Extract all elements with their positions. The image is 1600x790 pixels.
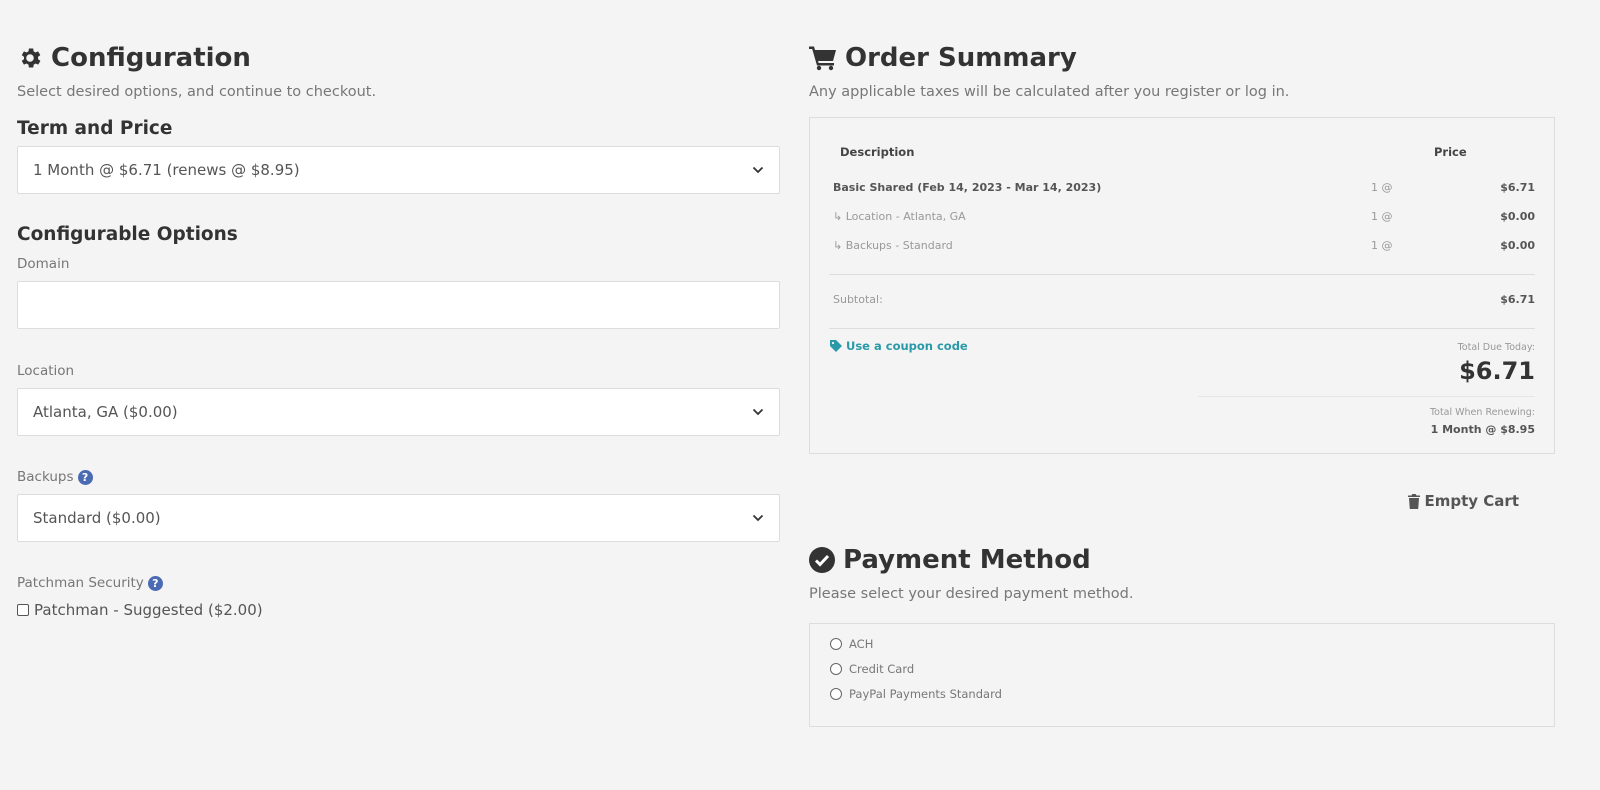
renew-label: Total When Renewing:: [1429, 407, 1535, 418]
divider: [829, 274, 1535, 275]
help-icon[interactable]: ?: [147, 575, 163, 591]
patchman-option-label: Patchman - Suggested ($2.00): [34, 601, 263, 619]
renew-value: 1 Month @ $8.95: [1430, 423, 1535, 436]
use-coupon-text: Use a coupon code: [846, 339, 968, 353]
payment-option-paypal[interactable]: PayPal Payments Standard: [830, 687, 1002, 701]
patchman-label-text: Patchman Security: [17, 575, 144, 591]
divider: [1198, 396, 1535, 397]
description-header: Description: [840, 145, 915, 159]
total-due-value: $6.71: [1459, 357, 1535, 385]
order-summary-title: Order Summary: [809, 38, 1571, 78]
subtotal-row: Subtotal: $6.71: [833, 293, 1535, 309]
tag-icon: [830, 340, 842, 352]
location-label-text: Location: [17, 363, 75, 379]
gear-icon: [21, 48, 41, 68]
backups-value: Standard ($0.00): [33, 509, 161, 527]
term-price-value: 1 Month @ $6.71 (renews @ $8.95): [33, 161, 300, 179]
payment-method-title: Payment Method: [809, 540, 1571, 580]
payment-options-box: ACH Credit Card PayPal Payments Standard: [809, 623, 1555, 727]
line-item-description: ↳ Backups - Standard: [833, 239, 953, 252]
location-value: Atlanta, GA ($0.00): [33, 403, 178, 421]
patchman-option[interactable]: Patchman - Suggested ($2.00): [17, 601, 780, 619]
line-item: ↳ Backups - Standard 1 @ $0.00: [833, 239, 1535, 255]
chevron-down-icon: [752, 166, 764, 174]
domain-label: Domain: [17, 256, 780, 272]
subtotal-label: Subtotal:: [833, 293, 883, 306]
shopping-cart-icon: [809, 46, 836, 71]
payment-method-subtitle: Please select your desired payment metho…: [809, 586, 1134, 602]
payment-option-ach[interactable]: ACH: [830, 637, 873, 651]
radio-credit-card[interactable]: [830, 663, 842, 675]
domain-input[interactable]: [17, 281, 780, 329]
trash-icon: [1407, 493, 1420, 509]
payment-method-section: Payment Method Please select your desire…: [809, 540, 1571, 602]
location-label: Location: [17, 363, 780, 379]
payment-method-title-text: Payment Method: [843, 545, 1091, 575]
term-price-select[interactable]: 1 Month @ $6.71 (renews @ $8.95): [17, 146, 780, 194]
order-summary-section: Order Summary Any applicable taxes will …: [809, 34, 1571, 727]
use-coupon-link[interactable]: Use a coupon code: [830, 339, 968, 353]
patchman-checkbox[interactable]: [17, 604, 29, 616]
line-item-price: $0.00: [1500, 239, 1535, 252]
backups-select[interactable]: Standard ($0.00): [17, 494, 780, 542]
line-item-price: $0.00: [1500, 210, 1535, 223]
payment-option-label: ACH: [849, 637, 874, 651]
order-summary-subtitle: Any applicable taxes will be calculated …: [809, 84, 1290, 100]
line-item: Basic Shared (Feb 14, 2023 - Mar 14, 202…: [833, 181, 1535, 197]
line-item-qty: 1 @: [1371, 210, 1393, 223]
configuration-subtitle: Select desired options, and continue to …: [17, 84, 377, 100]
backups-label-text: Backups: [17, 469, 74, 485]
total-due-label: Total Due Today:: [1457, 342, 1535, 353]
subtotal-value: $6.71: [1500, 293, 1535, 306]
order-summary-title-text: Order Summary: [845, 43, 1077, 73]
price-header: Price: [1434, 145, 1467, 159]
configuration-title-text: Configuration: [51, 43, 251, 73]
divider: [829, 328, 1535, 329]
backups-label: Backups ?: [17, 469, 780, 485]
domain-label-text: Domain: [17, 256, 70, 272]
line-item-qty: 1 @: [1371, 239, 1393, 252]
location-select[interactable]: Atlanta, GA ($0.00): [17, 388, 780, 436]
radio-ach[interactable]: [830, 638, 842, 650]
line-item-qty: 1 @: [1371, 181, 1393, 194]
order-summary-box: Description Price Basic Shared (Feb 14, …: [809, 117, 1555, 454]
configuration-title: Configuration: [17, 38, 780, 78]
chevron-down-icon: [752, 408, 764, 416]
line-item: ↳ Location - Atlanta, GA 1 @ $0.00: [833, 210, 1535, 226]
payment-option-credit-card[interactable]: Credit Card: [830, 662, 914, 676]
line-item-description: ↳ Location - Atlanta, GA: [833, 210, 966, 223]
check-circle-icon: [809, 547, 835, 573]
line-item-description: Basic Shared (Feb 14, 2023 - Mar 14, 202…: [833, 181, 1102, 194]
configuration-section: Configuration Select desired options, an…: [17, 34, 780, 619]
help-icon[interactable]: ?: [77, 469, 93, 485]
empty-cart-button[interactable]: Empty Cart: [1407, 492, 1519, 510]
configurable-options-heading: Configurable Options: [17, 224, 238, 245]
payment-option-label: Credit Card: [849, 662, 915, 676]
payment-option-label: PayPal Payments Standard: [849, 687, 1002, 701]
radio-paypal[interactable]: [830, 688, 842, 700]
line-item-price: $6.71: [1500, 181, 1535, 194]
patchman-label: Patchman Security ?: [17, 575, 780, 591]
term-and-price-heading: Term and Price: [17, 118, 173, 139]
empty-cart-label: Empty Cart: [1424, 492, 1519, 510]
chevron-down-icon: [752, 514, 764, 522]
